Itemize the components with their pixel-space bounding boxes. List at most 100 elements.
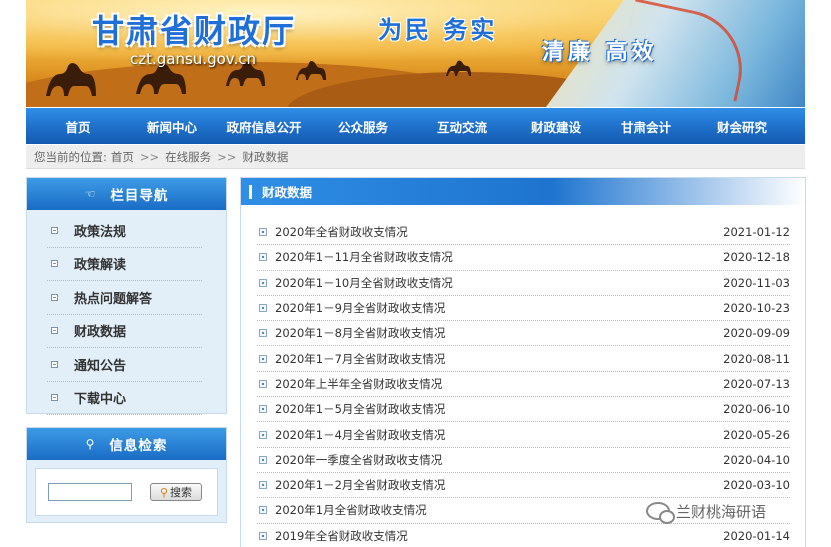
- collapse-box-icon: [51, 327, 58, 335]
- main-header: 财政数据: [241, 178, 805, 205]
- list-item[interactable]: 2020年一季度全省财政收支情况 2020-04-10: [257, 448, 790, 473]
- list-item-title[interactable]: 2020年一季度全省财政收支情况: [275, 452, 442, 468]
- nav-item-news[interactable]: 新闻中心: [130, 117, 214, 136]
- list-item[interactable]: 2020年1－2月全省财政收支情况 2020-03-10: [257, 473, 790, 499]
- list-item-date: 2020-05-26: [723, 427, 790, 442]
- list-item[interactable]: 2020年1－7月全省财政收支情况 2020-08-11: [257, 346, 790, 372]
- main-title: 财政数据: [262, 185, 313, 200]
- list-item-left: 2020年1－11月全省财政收支情况: [257, 249, 453, 265]
- list-item-left: 2020年1－7月全省财政收支情况: [257, 351, 445, 367]
- list-item-title[interactable]: 2020年1－8月全省财政收支情况: [275, 325, 445, 341]
- list-item[interactable]: 2020年1－10月全省财政收支情况 2020-11-03: [257, 271, 790, 296]
- sidebar-item-label: 财政数据: [74, 325, 127, 341]
- main-nav: 首页 新闻中心 政府信息公开 公众服务 互动交流 财政建设 甘肃会计 财会研究: [26, 108, 805, 144]
- list-item-left: 2020年1月全省财政收支情况: [257, 502, 427, 518]
- nav-item-finance-building[interactable]: 财政建设: [512, 117, 600, 136]
- sidebar-header: ☜ 栏目导航: [27, 178, 226, 210]
- search-panel-title: 信息检索: [109, 438, 168, 454]
- search-button[interactable]: ⚲ 搜索: [150, 483, 202, 501]
- collapse-box-icon: [51, 394, 58, 402]
- nav-item-gansu-accounting[interactable]: 甘肃会计: [600, 117, 692, 136]
- bullet-icon: [259, 228, 267, 237]
- header-bar-icon: [249, 184, 252, 199]
- list-item[interactable]: 2020年1－5月全省财政收支情况 2020-06-10: [257, 397, 790, 423]
- magnifier-icon: ⚲: [85, 437, 96, 451]
- list-item[interactable]: 2019年全省财政收支情况 2020-01-14: [257, 524, 790, 547]
- list-item-left: 2020年1－10月全省财政收支情况: [257, 275, 453, 291]
- sidebar-column-nav: ☜ 栏目导航 政策法规 政策解读 热点问题解答 财政数据 通知公告 下载中心: [26, 177, 227, 415]
- sidebar-item-policy-regulations[interactable]: 政策法规: [47, 214, 202, 248]
- bullet-icon: [259, 455, 267, 464]
- search-input[interactable]: [48, 483, 132, 501]
- list-item-date: 2020-07-13: [723, 376, 790, 391]
- list-item-left: 2020年1－8月全省财政收支情况: [257, 325, 445, 341]
- list-item-title[interactable]: 2020年1－2月全省财政收支情况: [275, 477, 445, 493]
- list-item[interactable]: 2020年1－11月全省财政收支情况 2020-12-18: [257, 245, 790, 271]
- breadcrumb: 您当前的位置: 首页 >> 在线服务 >> 财政数据: [26, 145, 805, 169]
- bullet-icon: [259, 304, 267, 313]
- sidebar-title: 栏目导航: [110, 188, 169, 204]
- nav-item-public-service[interactable]: 公众服务: [314, 117, 412, 136]
- search-panel-header: ⚲ 信息检索: [27, 428, 226, 460]
- breadcrumb-separator: >>: [139, 149, 160, 164]
- list-item-date: 2020-03-10: [723, 478, 790, 493]
- nav-item-gov-info[interactable]: 政府信息公开: [214, 117, 314, 136]
- list-item-title[interactable]: 2020年1－5月全省财政收支情况: [275, 401, 445, 417]
- list-item[interactable]: 2020年上半年全省财政收支情况 2020-07-13: [257, 372, 790, 398]
- watermark: 兰财桃海研语: [646, 499, 766, 524]
- nav-item-home[interactable]: 首页: [26, 117, 130, 136]
- bullet-icon: [259, 329, 267, 338]
- list-item-title[interactable]: 2020年1－11月全省财政收支情况: [275, 249, 453, 265]
- pointer-hand-icon: ☜: [84, 187, 97, 201]
- sidebar-item-label: 通知公告: [74, 358, 127, 374]
- collapse-box-icon: [51, 293, 58, 301]
- breadcrumb-section-link[interactable]: 在线服务: [165, 149, 211, 165]
- search-button-label: 搜索: [170, 486, 193, 499]
- sidebar-item-label: 下载中心: [74, 392, 127, 408]
- search-box: ⚲ 搜索: [35, 468, 218, 516]
- list-item-title[interactable]: 2020年1－10月全省财政收支情况: [275, 275, 453, 291]
- list-item-title[interactable]: 2020年1－9月全省财政收支情况: [275, 300, 445, 316]
- list-item-left: 2019年全省财政收支情况: [257, 528, 408, 544]
- sidebar-item-notices[interactable]: 通知公告: [47, 348, 202, 382]
- breadcrumb-home-link[interactable]: 首页: [111, 149, 134, 165]
- sidebar-item-finance-data[interactable]: 财政数据: [47, 315, 202, 348]
- list-item-title[interactable]: 2020年1－4月全省财政收支情况: [275, 427, 445, 443]
- breadcrumb-separator: >>: [217, 149, 237, 164]
- breadcrumb-prefix: 您当前的位置:: [34, 149, 107, 164]
- list-item[interactable]: 2020年1－4月全省财政收支情况 2020-05-26: [257, 422, 790, 448]
- article-list: 2020年全省财政收支情况 2021-01-12 2020年1－11月全省财政收支情…: [257, 220, 790, 547]
- collapse-box-icon: [51, 226, 58, 234]
- bullet-icon: [259, 253, 267, 262]
- site-banner: 甘肃省财政厅 czt.gansu.gov.cn 为民 务实 清廉 高效: [26, 0, 805, 107]
- list-item-title[interactable]: 2019年全省财政收支情况: [275, 528, 408, 544]
- list-item[interactable]: 2020年1－8月全省财政收支情况 2020-09-09: [257, 321, 790, 347]
- sidebar-item-hot-questions[interactable]: 热点问题解答: [47, 281, 202, 315]
- list-item-date: 2020-12-18: [723, 250, 790, 265]
- list-item-title[interactable]: 2020年上半年全省财政收支情况: [275, 376, 442, 392]
- list-item[interactable]: 2020年1－9月全省财政收支情况 2020-10-23: [257, 296, 790, 322]
- list-item-date: 2020-04-10: [723, 452, 790, 467]
- site-title: 甘肃省财政厅: [92, 12, 297, 50]
- sidebar-item-policy-interpretation[interactable]: 政策解读: [47, 248, 202, 281]
- nav-item-interaction[interactable]: 互动交流: [412, 117, 512, 136]
- search-icon: ⚲: [159, 485, 169, 499]
- list-item-date: 2020-10-23: [723, 301, 790, 316]
- nav-item-accounting-research[interactable]: 财会研究: [692, 117, 792, 136]
- sidebar-item-label: 热点问题解答: [74, 291, 153, 307]
- collapse-box-icon: [51, 360, 58, 368]
- bullet-icon: [259, 379, 267, 388]
- bullet-icon: [259, 531, 267, 540]
- list-item[interactable]: 2020年全省财政收支情况 2021-01-12: [257, 220, 790, 246]
- list-item-title[interactable]: 2020年1月全省财政收支情况: [275, 502, 427, 518]
- bullet-icon: [259, 430, 267, 439]
- wechat-icon: [646, 502, 675, 524]
- sidebar-item-label: 政策解读: [74, 258, 127, 274]
- bullet-icon: [259, 354, 267, 363]
- list-item-title[interactable]: 2020年全省财政收支情况: [275, 224, 408, 240]
- list-item-title[interactable]: 2020年1－7月全省财政收支情况: [275, 351, 445, 367]
- list-item-date: 2020-06-10: [723, 402, 790, 417]
- list-item-date: 2020-11-03: [723, 275, 790, 290]
- list-item-date: 2020-09-09: [723, 326, 790, 341]
- sidebar-item-downloads[interactable]: 下载中心: [47, 382, 202, 415]
